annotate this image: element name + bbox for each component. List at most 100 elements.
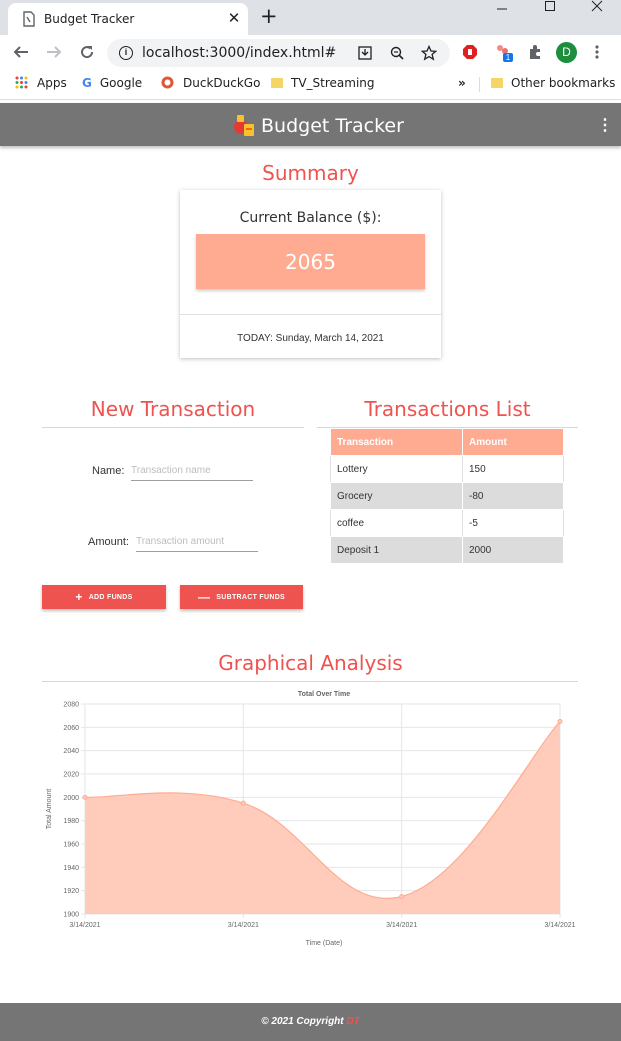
footer-copyright-text: © 2021 Copyright bbox=[261, 1016, 344, 1027]
transaction-amount-cell: 2000 bbox=[462, 536, 564, 564]
new-tab-icon[interactable]: + bbox=[260, 4, 278, 28]
chart-y-tick-label: 2060 bbox=[63, 725, 79, 732]
app-title: Budget Tracker bbox=[261, 115, 404, 137]
chart-x-axis-label: Time (Date) bbox=[306, 940, 343, 947]
browser-tab[interactable]: Budget Tracker ✕ bbox=[8, 3, 248, 35]
bookmark-google-label: Google bbox=[99, 76, 143, 90]
balance-box: 2065 bbox=[196, 234, 425, 289]
chart-y-tick-label: 1960 bbox=[63, 842, 79, 849]
total-over-time-chart: Total Over Time Total Amount Time (Date)… bbox=[46, 691, 576, 947]
apps-grid-icon bbox=[15, 76, 28, 89]
new-transaction-title: New Transaction bbox=[90, 397, 256, 421]
today-date: TODAY: Sunday, March 14, 2021 bbox=[237, 333, 384, 344]
minimize-icon[interactable] bbox=[495, 4, 509, 18]
browser-menu-icon[interactable] bbox=[594, 44, 600, 60]
bookmark-other-label: Other bookmarks bbox=[511, 76, 616, 90]
browser-tabstrip: Budget Tracker ✕ + bbox=[0, 0, 621, 35]
transaction-name-input[interactable] bbox=[131, 461, 253, 481]
bookmark-apps[interactable]: Apps bbox=[15, 76, 67, 90]
chart-data-point bbox=[240, 800, 246, 806]
install-icon[interactable] bbox=[358, 46, 372, 60]
table-header-row: Transaction Amount bbox=[330, 428, 564, 456]
bookmark-duckduckgo[interactable]: DuckDuckGo bbox=[161, 76, 260, 90]
table-row: coffee -5 bbox=[330, 509, 564, 537]
chart-data-point bbox=[399, 894, 405, 899]
analysis-divider bbox=[42, 681, 578, 682]
svg-text:1: 1 bbox=[506, 53, 511, 62]
card-divider bbox=[180, 314, 441, 315]
chart-x-tick-label: 3/14/2021 bbox=[544, 922, 575, 929]
chart-data-point bbox=[557, 719, 563, 724]
add-funds-label: ADD FUNDS bbox=[88, 593, 133, 601]
transaction-name-cell: coffee bbox=[330, 509, 463, 537]
chart-y-tick-label: 1940 bbox=[63, 865, 79, 872]
table-row: Deposit 1 2000 bbox=[330, 536, 564, 564]
close-window-icon[interactable] bbox=[590, 0, 604, 14]
minus-icon: — bbox=[197, 590, 211, 604]
chart-y-tick-label: 2080 bbox=[63, 702, 79, 709]
page-footer: © 2021 Copyright DT bbox=[0, 1003, 621, 1041]
chart-y-axis-label: Total Amount bbox=[46, 789, 53, 830]
transaction-name-cell: Lottery bbox=[330, 455, 463, 483]
zoom-icon[interactable] bbox=[390, 46, 404, 60]
app-menu-icon[interactable]: ⋮ bbox=[597, 115, 613, 135]
chart-y-tick-label: 1900 bbox=[63, 912, 79, 919]
tab-title: Budget Tracker bbox=[44, 12, 135, 26]
summary-card: Current Balance ($): 2065 TODAY: Sunday,… bbox=[180, 190, 441, 358]
app-header: Budget Tracker ⋮ bbox=[0, 103, 621, 146]
bookmarks-bar: Apps G Google DuckDuckGo TV_Streaming » O… bbox=[0, 69, 621, 100]
chart-x-tick-label: 3/14/2021 bbox=[386, 922, 417, 929]
adblock-extension-icon[interactable] bbox=[462, 44, 478, 60]
budget-logo-icon bbox=[234, 115, 254, 136]
address-bar[interactable]: i localhost:3000/index.html# bbox=[107, 39, 450, 67]
bookmark-tv-streaming[interactable]: TV_Streaming bbox=[271, 76, 375, 90]
chart-x-tick-label: 3/14/2021 bbox=[228, 922, 259, 929]
balance-value: 2065 bbox=[285, 250, 336, 274]
site-info-icon[interactable]: i bbox=[119, 46, 133, 60]
duckduckgo-icon bbox=[161, 76, 174, 89]
footer-copyright: © 2021 Copyright DT bbox=[0, 1016, 621, 1027]
chart-y-tick-label: 2020 bbox=[63, 772, 79, 779]
graphical-analysis-title: Graphical Analysis bbox=[218, 651, 403, 675]
maximize-icon[interactable] bbox=[543, 0, 557, 14]
folder-icon bbox=[271, 78, 283, 88]
reload-icon[interactable] bbox=[78, 43, 96, 61]
plus-icon: + bbox=[75, 590, 83, 604]
footer-initials: DT bbox=[346, 1016, 360, 1027]
chart-y-tick-label: 2040 bbox=[63, 748, 79, 755]
transaction-amount-cell: -80 bbox=[462, 482, 564, 510]
chart-x-tick-label: 3/14/2021 bbox=[69, 922, 100, 929]
bookmark-apps-label: Apps bbox=[37, 76, 67, 90]
amount-label: Amount: bbox=[88, 536, 129, 548]
chart-y-tick-label: 1920 bbox=[63, 888, 79, 895]
transactions-list-title: Transactions List bbox=[364, 397, 531, 421]
column-header-transaction: Transaction bbox=[330, 428, 463, 456]
new-transaction-divider bbox=[42, 427, 304, 428]
transaction-amount-cell: -5 bbox=[462, 509, 564, 537]
folder-icon bbox=[491, 78, 503, 88]
balance-label: Current Balance ($): bbox=[239, 210, 382, 226]
url-text[interactable]: localhost:3000/index.html# bbox=[142, 45, 336, 61]
chart-y-tick-label: 2000 bbox=[63, 795, 79, 802]
close-tab-icon[interactable]: ✕ bbox=[226, 9, 242, 27]
extensions-puzzle-icon[interactable] bbox=[527, 44, 543, 60]
bookmarks-divider bbox=[479, 77, 480, 92]
add-funds-button[interactable]: + ADD FUNDS bbox=[42, 585, 166, 609]
browser-toolbar: i localhost:3000/index.html# 1 D bbox=[0, 35, 621, 69]
table-row: Grocery -80 bbox=[330, 482, 564, 510]
forward-icon[interactable] bbox=[45, 44, 63, 60]
extension-badge-icon[interactable]: 1 bbox=[494, 43, 516, 63]
transaction-name-cell: Grocery bbox=[330, 482, 463, 510]
bookmarks-overflow-icon[interactable]: » bbox=[458, 76, 466, 90]
summary-title: Summary bbox=[262, 161, 359, 185]
name-label: Name: bbox=[92, 465, 125, 477]
profile-avatar[interactable]: D bbox=[556, 42, 577, 63]
transaction-amount-input[interactable] bbox=[136, 532, 258, 552]
bookmark-other[interactable]: Other bookmarks bbox=[491, 76, 615, 90]
bookmark-duckduckgo-label: DuckDuckGo bbox=[183, 76, 261, 90]
bookmark-tv-streaming-label: TV_Streaming bbox=[291, 76, 375, 90]
bookmark-star-icon[interactable] bbox=[421, 45, 437, 61]
subtract-funds-button[interactable]: — SUBTRACT FUNDS bbox=[180, 585, 303, 609]
back-icon[interactable] bbox=[12, 44, 30, 60]
bookmark-google[interactable]: G Google bbox=[82, 76, 142, 90]
